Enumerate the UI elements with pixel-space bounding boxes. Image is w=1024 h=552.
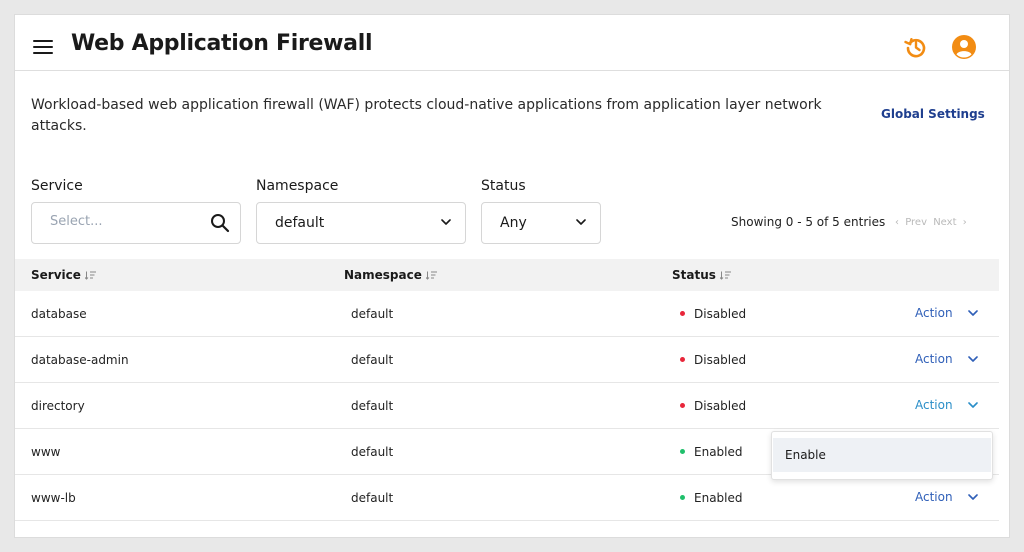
status-cell: Enabled xyxy=(680,445,743,459)
namespace-value: default xyxy=(351,445,394,459)
status-value: Disabled xyxy=(694,399,747,413)
chevron-down-icon xyxy=(968,402,978,408)
chevron-right-icon[interactable]: › xyxy=(963,217,967,228)
table-row: www-lb default Enabled Action xyxy=(15,475,999,521)
status-value: Disabled xyxy=(694,307,747,321)
sort-icon[interactable] xyxy=(425,271,437,280)
table-header: Service Namespace Status xyxy=(15,259,999,291)
chevron-down-icon xyxy=(968,494,978,500)
namespace-value: default xyxy=(351,399,394,413)
status-dot xyxy=(680,495,685,500)
user-account-icon[interactable] xyxy=(951,34,977,60)
prev-page-button[interactable]: Prev xyxy=(905,217,927,228)
service-search-input[interactable] xyxy=(50,214,200,229)
action-dropdown[interactable]: Action xyxy=(915,490,978,504)
history-icon[interactable] xyxy=(903,34,929,60)
chevron-down-icon xyxy=(576,219,586,225)
entries-count: Showing 0 - 5 of 5 entries xyxy=(731,215,886,229)
table-row: directory default Disabled Action xyxy=(15,383,999,429)
service-name: www-lb xyxy=(31,491,76,505)
app-window: Web Application Firewall Workload-based … xyxy=(14,14,1010,538)
next-page-button[interactable]: Next xyxy=(933,217,956,228)
enable-menu-item[interactable]: Enable xyxy=(773,438,991,472)
service-name: database-admin xyxy=(31,353,129,367)
status-filter-label: Status xyxy=(481,178,526,194)
search-icon[interactable] xyxy=(210,213,230,233)
status-value: Enabled xyxy=(694,445,743,459)
status-select-value: Any xyxy=(500,215,527,231)
chevron-down-icon xyxy=(441,219,451,225)
namespace-select-value: default xyxy=(275,215,325,231)
status-dot xyxy=(680,403,685,408)
chevron-left-icon[interactable]: ‹ xyxy=(895,217,899,228)
action-dropdown[interactable]: Action xyxy=(915,398,978,412)
status-dot xyxy=(680,357,685,362)
global-settings-link[interactable]: Global Settings xyxy=(881,107,985,121)
namespace-value: default xyxy=(351,307,394,321)
action-dropdown[interactable]: Action xyxy=(915,306,978,320)
column-header-status[interactable]: Status xyxy=(672,268,731,282)
namespace-filter-label: Namespace xyxy=(256,178,339,194)
namespace-select[interactable]: default xyxy=(256,202,466,244)
table-row: database default Disabled Action xyxy=(15,291,999,337)
action-dropdown[interactable]: Action xyxy=(915,352,978,366)
status-dot xyxy=(680,311,685,316)
status-select[interactable]: Any xyxy=(481,202,601,244)
status-value: Enabled xyxy=(694,491,743,505)
namespace-value: default xyxy=(351,491,394,505)
namespace-value: default xyxy=(351,353,394,367)
pagination: ‹ Prev Next › xyxy=(895,217,970,228)
sort-icon[interactable] xyxy=(719,271,731,280)
status-cell: Disabled xyxy=(680,399,746,413)
page-description: Workload-based web application firewall … xyxy=(31,97,822,134)
column-header-namespace[interactable]: Namespace xyxy=(344,268,437,282)
action-dropdown-menu: Enable xyxy=(771,431,993,480)
status-cell: Disabled xyxy=(680,353,746,367)
app-header: Web Application Firewall xyxy=(15,15,1009,71)
table-row: database-admin default Disabled Action xyxy=(15,337,999,383)
status-dot xyxy=(680,449,685,454)
service-filter xyxy=(31,202,241,244)
chevron-down-icon xyxy=(968,356,978,362)
hamburger-menu-icon[interactable] xyxy=(33,40,53,55)
service-name: database xyxy=(31,307,87,321)
column-header-service[interactable]: Service xyxy=(31,268,96,282)
sort-icon[interactable] xyxy=(84,271,96,280)
status-value: Disabled xyxy=(694,353,747,367)
service-filter-label: Service xyxy=(31,178,83,194)
status-cell: Disabled xyxy=(680,307,746,321)
chevron-down-icon xyxy=(968,310,978,316)
status-cell: Enabled xyxy=(680,491,743,505)
page-title: Web Application Firewall xyxy=(71,31,373,56)
service-name: www xyxy=(31,445,61,459)
service-name: directory xyxy=(31,399,85,413)
